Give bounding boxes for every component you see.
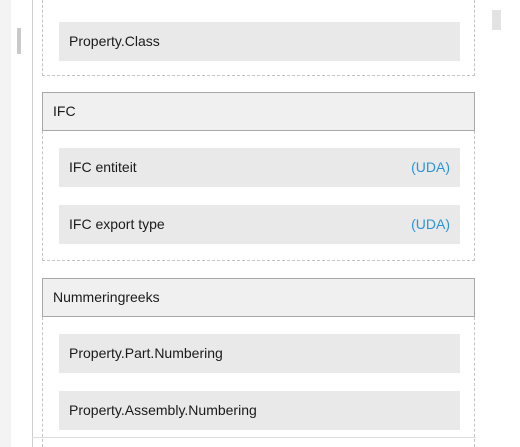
property-item-ifc-entiteit[interactable]: IFC entiteit (UDA) bbox=[59, 148, 460, 187]
uda-tag: (UDA) bbox=[411, 159, 450, 175]
splitter-handle[interactable] bbox=[17, 28, 21, 54]
section-header-ifc[interactable]: IFC bbox=[42, 92, 475, 131]
property-item-label: Property.Assembly.Numbering bbox=[69, 402, 257, 418]
uda-tag: (UDA) bbox=[411, 216, 450, 232]
left-panel-strip bbox=[0, 0, 11, 447]
property-item-assembly-numbering[interactable]: Property.Assembly.Numbering bbox=[59, 391, 460, 430]
section-header-label: Nummeringreeks bbox=[53, 289, 160, 305]
panel-bottom-border bbox=[32, 437, 476, 438]
property-item-label: IFC entiteit bbox=[69, 159, 137, 175]
property-item-label: Property.Class bbox=[69, 33, 160, 49]
property-item-label: IFC export type bbox=[69, 216, 165, 232]
property-item-part-numbering[interactable]: Property.Part.Numbering bbox=[59, 334, 460, 373]
property-item-label: Property.Part.Numbering bbox=[69, 345, 223, 361]
section-header-nummeringreeks[interactable]: Nummeringreeks bbox=[42, 278, 475, 317]
property-item-ifc-export-type[interactable]: IFC export type (UDA) bbox=[59, 205, 460, 244]
section-header-label: IFC bbox=[53, 103, 76, 119]
panel-border bbox=[32, 0, 33, 447]
property-item-class[interactable]: Property.Class bbox=[59, 22, 460, 61]
scrollbar-track[interactable] bbox=[476, 0, 520, 447]
scrollbar-thumb[interactable] bbox=[492, 10, 501, 30]
